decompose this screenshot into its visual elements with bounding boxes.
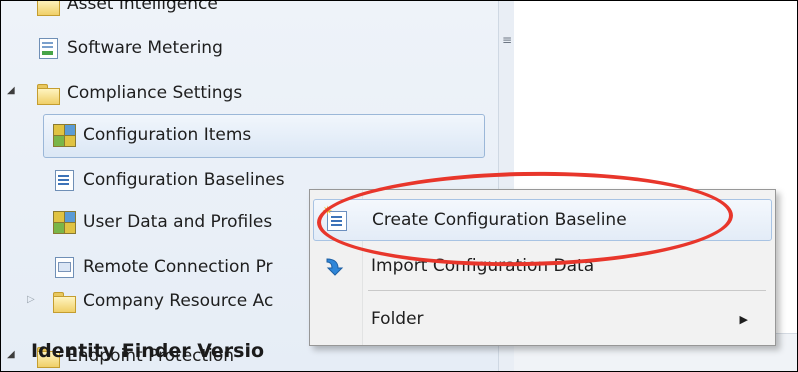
software-metering-icon <box>37 37 59 59</box>
nav-item-configuration-baselines[interactable]: Configuration Baselines <box>53 163 285 197</box>
nav-item-software-metering[interactable]: Software Metering <box>37 31 223 65</box>
menu-separator <box>368 290 766 291</box>
folder-icon <box>53 290 76 313</box>
nav-item-asset-intelligence[interactable]: Asset Intelligence <box>37 0 218 21</box>
folder-icon <box>37 82 60 105</box>
remote-connection-icon <box>53 256 75 278</box>
splitter-grip-icon[interactable]: ≡ <box>502 34 512 46</box>
nav-item-configuration-items[interactable]: Configuration Items <box>53 118 251 152</box>
nav-item-label: Remote Connection Pr <box>83 257 273 277</box>
nav-item-label: Company Resource Ac <box>83 291 274 311</box>
configuration-baselines-icon <box>53 169 75 191</box>
screenshot-frame: Asset Intelligence Software Metering ◢ C… <box>0 0 798 372</box>
menu-item-folder[interactable]: Folder ▶ <box>313 299 770 339</box>
nav-item-remote-connection-profiles[interactable]: Remote Connection Pr <box>53 250 273 284</box>
expanded-arrow-icon[interactable]: ◢ <box>7 349 15 360</box>
nav-item-label: Configuration Items <box>83 125 252 145</box>
submenu-arrow-icon: ▶ <box>739 312 748 326</box>
collapsed-arrow-icon[interactable]: ▷ <box>27 294 35 305</box>
menu-item-label: Folder <box>371 309 424 329</box>
user-data-profiles-icon <box>53 211 76 234</box>
nav-item-label: Asset Intelligence <box>67 0 218 14</box>
nav-item-label: Software Metering <box>67 38 223 58</box>
nav-item-compliance-settings[interactable]: Compliance Settings <box>37 76 242 110</box>
nav-item-company-resource-access[interactable]: Company Resource Ac <box>53 284 273 318</box>
details-title: Identity Finder Versio <box>31 340 265 362</box>
import-arrow-icon <box>326 258 344 276</box>
nav-item-label: Compliance Settings <box>67 83 243 103</box>
expanded-arrow-icon[interactable]: ◢ <box>7 85 15 96</box>
nav-item-user-data-and-profiles[interactable]: User Data and Profiles <box>53 205 272 239</box>
nav-item-label: User Data and Profiles <box>83 212 273 232</box>
folder-icon <box>37 1 60 16</box>
configuration-items-icon <box>53 124 76 147</box>
nav-item-label: Configuration Baselines <box>83 170 285 190</box>
